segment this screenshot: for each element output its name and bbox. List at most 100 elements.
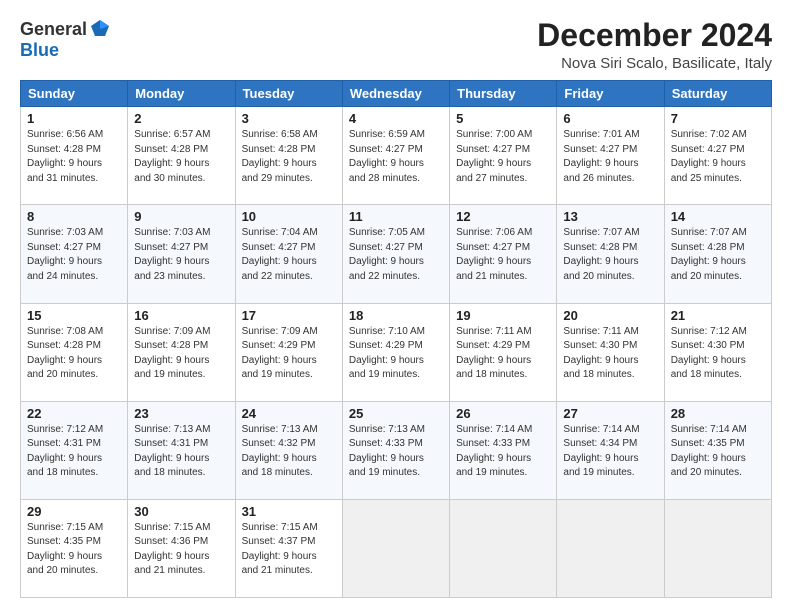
col-header-tuesday: Tuesday <box>235 81 342 107</box>
calendar-cell: 9 Sunrise: 7:03 AM Sunset: 4:27 PM Daylig… <box>128 205 235 303</box>
day-info: Sunrise: 7:02 AM Sunset: 4:27 PM Dayligh… <box>671 128 765 186</box>
calendar-cell: 31 Sunrise: 7:15 AM Sunset: 4:37 PM Dayli… <box>235 499 342 597</box>
day-number: 10 <box>242 209 336 224</box>
calendar-cell <box>450 499 557 597</box>
day-number: 7 <box>671 111 765 126</box>
day-number: 9 <box>134 209 228 224</box>
day-info: Sunrise: 7:09 AM Sunset: 4:28 PM Dayligh… <box>134 325 228 383</box>
day-info: Sunrise: 7:11 AM Sunset: 4:29 PM Dayligh… <box>456 325 550 383</box>
day-number: 1 <box>27 111 121 126</box>
day-number: 24 <box>242 406 336 421</box>
page: General Blue December 2024 Nova Siri Sca… <box>0 0 792 612</box>
day-info: Sunrise: 6:59 AM Sunset: 4:27 PM Dayligh… <box>349 128 443 186</box>
day-info: Sunrise: 7:07 AM Sunset: 4:28 PM Dayligh… <box>563 226 657 284</box>
calendar-cell: 17 Sunrise: 7:09 AM Sunset: 4:29 PM Dayli… <box>235 303 342 401</box>
calendar-cell: 18 Sunrise: 7:10 AM Sunset: 4:29 PM Dayli… <box>342 303 449 401</box>
logo-blue-text: Blue <box>20 40 59 60</box>
day-number: 3 <box>242 111 336 126</box>
day-info: Sunrise: 7:01 AM Sunset: 4:27 PM Dayligh… <box>563 128 657 186</box>
day-number: 12 <box>456 209 550 224</box>
day-number: 5 <box>456 111 550 126</box>
day-info: Sunrise: 6:58 AM Sunset: 4:28 PM Dayligh… <box>242 128 336 186</box>
day-info: Sunrise: 7:12 AM Sunset: 4:30 PM Dayligh… <box>671 325 765 383</box>
day-info: Sunrise: 7:13 AM Sunset: 4:31 PM Dayligh… <box>134 423 228 481</box>
day-info: Sunrise: 7:03 AM Sunset: 4:27 PM Dayligh… <box>134 226 228 284</box>
day-info: Sunrise: 7:14 AM Sunset: 4:35 PM Dayligh… <box>671 423 765 481</box>
calendar-cell: 23 Sunrise: 7:13 AM Sunset: 4:31 PM Dayli… <box>128 401 235 499</box>
day-info: Sunrise: 7:09 AM Sunset: 4:29 PM Dayligh… <box>242 325 336 383</box>
calendar-cell: 13 Sunrise: 7:07 AM Sunset: 4:28 PM Dayli… <box>557 205 664 303</box>
calendar-cell: 14Sunrise: 7:07 AM Sunset: 4:28 PM Dayli… <box>664 205 771 303</box>
calendar-cell: 19 Sunrise: 7:11 AM Sunset: 4:29 PM Dayli… <box>450 303 557 401</box>
day-number: 19 <box>456 308 550 323</box>
day-number: 8 <box>27 209 121 224</box>
day-number: 21 <box>671 308 765 323</box>
day-info: Sunrise: 6:56 AM Sunset: 4:28 PM Dayligh… <box>27 128 121 186</box>
day-number: 14 <box>671 209 765 224</box>
calendar-cell: 5 Sunrise: 7:00 AM Sunset: 4:27 PM Daylig… <box>450 107 557 205</box>
day-number: 30 <box>134 504 228 519</box>
day-number: 13 <box>563 209 657 224</box>
day-info: Sunrise: 7:15 AM Sunset: 4:36 PM Dayligh… <box>134 521 228 579</box>
title-block: December 2024 Nova Siri Scalo, Basilicat… <box>537 18 772 72</box>
calendar-cell: 28Sunrise: 7:14 AM Sunset: 4:35 PM Dayli… <box>664 401 771 499</box>
calendar-cell <box>557 499 664 597</box>
calendar-cell: 6 Sunrise: 7:01 AM Sunset: 4:27 PM Daylig… <box>557 107 664 205</box>
calendar-cell: 30 Sunrise: 7:15 AM Sunset: 4:36 PM Dayli… <box>128 499 235 597</box>
col-header-friday: Friday <box>557 81 664 107</box>
calendar-cell: 12 Sunrise: 7:06 AM Sunset: 4:27 PM Dayli… <box>450 205 557 303</box>
day-info: Sunrise: 7:10 AM Sunset: 4:29 PM Dayligh… <box>349 325 443 383</box>
col-header-sunday: Sunday <box>21 81 128 107</box>
calendar-cell <box>342 499 449 597</box>
day-info: Sunrise: 6:57 AM Sunset: 4:28 PM Dayligh… <box>134 128 228 186</box>
day-number: 18 <box>349 308 443 323</box>
day-info: Sunrise: 7:00 AM Sunset: 4:27 PM Dayligh… <box>456 128 550 186</box>
day-number: 15 <box>27 308 121 323</box>
calendar-cell: 2 Sunrise: 6:57 AM Sunset: 4:28 PM Daylig… <box>128 107 235 205</box>
day-number: 6 <box>563 111 657 126</box>
calendar-cell: 21 Sunrise: 7:12 AM Sunset: 4:30 PM Dayli… <box>664 303 771 401</box>
day-number: 26 <box>456 406 550 421</box>
day-info: Sunrise: 7:14 AM Sunset: 4:34 PM Dayligh… <box>563 423 657 481</box>
calendar-table: SundayMondayTuesdayWednesdayThursdayFrid… <box>20 80 772 598</box>
day-info: Sunrise: 7:13 AM Sunset: 4:32 PM Dayligh… <box>242 423 336 481</box>
calendar-cell: 25Sunrise: 7:13 AM Sunset: 4:33 PM Dayli… <box>342 401 449 499</box>
day-number: 17 <box>242 308 336 323</box>
col-header-saturday: Saturday <box>664 81 771 107</box>
calendar-cell: 10 Sunrise: 7:04 AM Sunset: 4:27 PM Dayli… <box>235 205 342 303</box>
logo-flag-icon <box>89 18 111 40</box>
calendar-header-row: SundayMondayTuesdayWednesdayThursdayFrid… <box>21 81 772 107</box>
calendar-cell: 29 Sunrise: 7:15 AM Sunset: 4:35 PM Dayli… <box>21 499 128 597</box>
day-number: 31 <box>242 504 336 519</box>
calendar-cell: 15 Sunrise: 7:08 AM Sunset: 4:28 PM Dayli… <box>21 303 128 401</box>
calendar-cell: 22Sunrise: 7:12 AM Sunset: 4:31 PM Dayli… <box>21 401 128 499</box>
day-info: Sunrise: 7:04 AM Sunset: 4:27 PM Dayligh… <box>242 226 336 284</box>
day-info: Sunrise: 7:08 AM Sunset: 4:28 PM Dayligh… <box>27 325 121 383</box>
day-number: 20 <box>563 308 657 323</box>
calendar-cell: 26 Sunrise: 7:14 AM Sunset: 4:33 PM Dayli… <box>450 401 557 499</box>
calendar-cell: 7 Sunrise: 7:02 AM Sunset: 4:27 PM Daylig… <box>664 107 771 205</box>
calendar-cell: 3 Sunrise: 6:58 AM Sunset: 4:28 PM Daylig… <box>235 107 342 205</box>
location: Nova Siri Scalo, Basilicate, Italy <box>537 55 772 72</box>
calendar-cell: 8 Sunrise: 7:03 AM Sunset: 4:27 PM Daylig… <box>21 205 128 303</box>
day-info: Sunrise: 7:15 AM Sunset: 4:37 PM Dayligh… <box>242 521 336 579</box>
day-info: Sunrise: 7:03 AM Sunset: 4:27 PM Dayligh… <box>27 226 121 284</box>
day-info: Sunrise: 7:14 AM Sunset: 4:33 PM Dayligh… <box>456 423 550 481</box>
day-number: 25 <box>349 406 443 421</box>
calendar-cell: 4Sunrise: 6:59 AM Sunset: 4:27 PM Daylig… <box>342 107 449 205</box>
day-info: Sunrise: 7:11 AM Sunset: 4:30 PM Dayligh… <box>563 325 657 383</box>
calendar-week-row: 22Sunrise: 7:12 AM Sunset: 4:31 PM Dayli… <box>21 401 772 499</box>
day-info: Sunrise: 7:05 AM Sunset: 4:27 PM Dayligh… <box>349 226 443 284</box>
day-number: 29 <box>27 504 121 519</box>
day-number: 27 <box>563 406 657 421</box>
day-number: 2 <box>134 111 228 126</box>
col-header-wednesday: Wednesday <box>342 81 449 107</box>
logo: General Blue <box>20 18 111 61</box>
day-info: Sunrise: 7:12 AM Sunset: 4:31 PM Dayligh… <box>27 423 121 481</box>
calendar-week-row: 1 Sunrise: 6:56 AM Sunset: 4:28 PM Daylig… <box>21 107 772 205</box>
header: General Blue December 2024 Nova Siri Sca… <box>20 18 772 72</box>
day-info: Sunrise: 7:15 AM Sunset: 4:35 PM Dayligh… <box>27 521 121 579</box>
day-info: Sunrise: 7:06 AM Sunset: 4:27 PM Dayligh… <box>456 226 550 284</box>
calendar-cell: 20 Sunrise: 7:11 AM Sunset: 4:30 PM Dayli… <box>557 303 664 401</box>
day-number: 23 <box>134 406 228 421</box>
